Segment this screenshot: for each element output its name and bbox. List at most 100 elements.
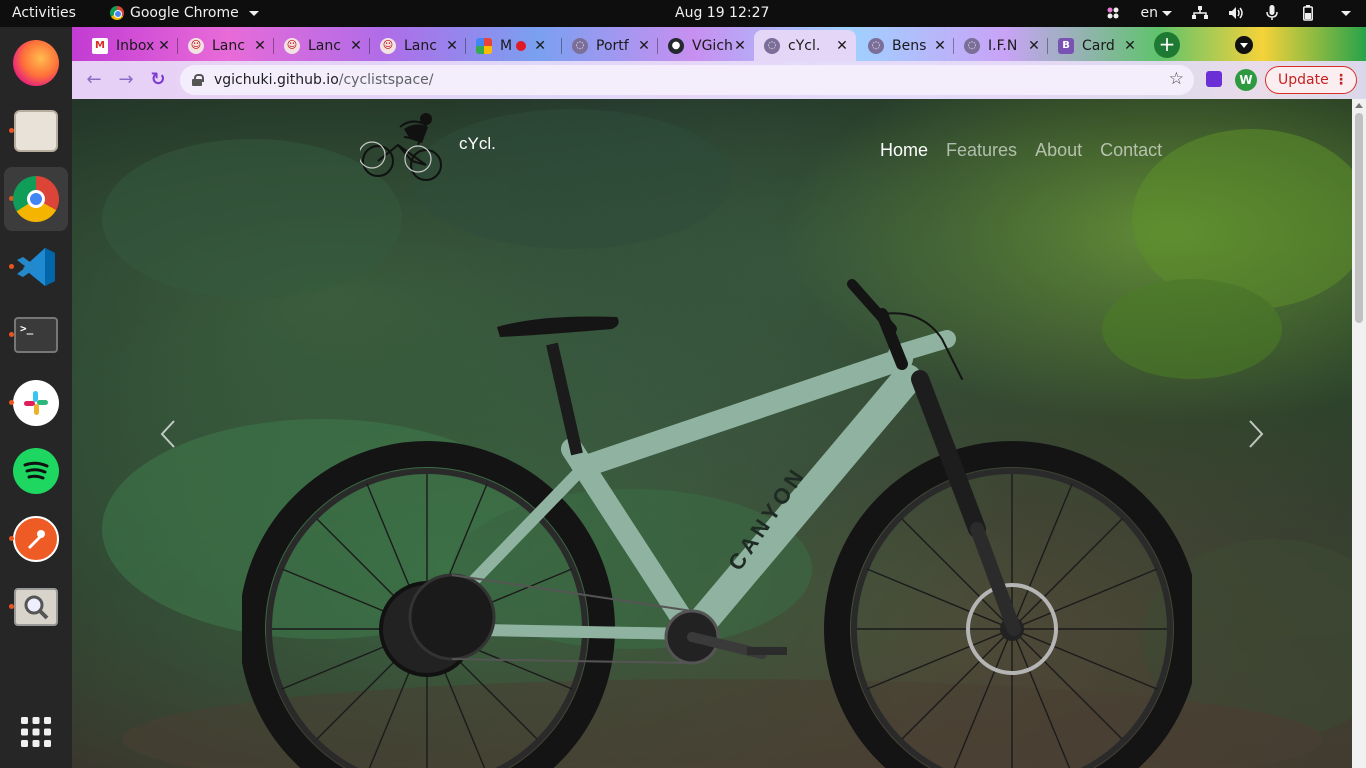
close-icon[interactable]: ✕ xyxy=(348,38,364,54)
hero-bike-image: CANYON xyxy=(242,279,1192,768)
tab-title: VGich xyxy=(692,37,732,54)
tab-title: Card xyxy=(1082,37,1115,54)
dock-files[interactable] xyxy=(4,99,68,163)
battery-icon[interactable] xyxy=(1300,5,1316,21)
close-icon[interactable]: ✕ xyxy=(1026,38,1042,54)
lock-icon xyxy=(192,74,204,86)
dock-vscode[interactable] xyxy=(4,235,68,299)
nav-features[interactable]: Features xyxy=(946,140,1017,161)
close-icon[interactable]: ✕ xyxy=(932,38,948,54)
close-icon[interactable]: ✕ xyxy=(636,38,652,54)
tab-title: cYcl. xyxy=(788,37,821,54)
tab-title: Inbox xyxy=(116,37,155,54)
tab-strip: M Inbox ✕ ☺ Lanc ✕ ☺ Lanc ✕ ☺ Lanc ✕ M ✕… xyxy=(72,27,1366,61)
close-icon[interactable]: ✕ xyxy=(252,38,268,54)
profile-avatar[interactable]: W xyxy=(1235,69,1257,91)
reload-button[interactable]: ↻ xyxy=(146,68,170,92)
clock[interactable]: Aug 19 12:27 xyxy=(675,5,769,21)
chevron-down-icon xyxy=(1341,10,1351,16)
tab-github[interactable]: ● VGich ✕ xyxy=(658,30,754,61)
tab-lance-2[interactable]: ☺ Lanc ✕ xyxy=(274,30,370,61)
network-icon[interactable] xyxy=(1192,5,1208,21)
back-button[interactable]: ← xyxy=(82,68,106,92)
dock-slack[interactable] xyxy=(4,371,68,435)
brand[interactable]: cYcl. xyxy=(360,109,496,187)
tab-card[interactable]: B Card ✕ xyxy=(1048,30,1144,61)
tab-bens[interactable]: ◌ Bens ✕ xyxy=(858,30,954,61)
site-menu: Home Features About Contact xyxy=(880,140,1162,161)
scrollbar-thumb[interactable] xyxy=(1355,113,1363,323)
globe-icon: ◌ xyxy=(572,37,588,54)
keyboard-layout-label: en xyxy=(1140,5,1159,21)
address-bar[interactable]: vgichuki.github.io/cyclistspace/ ☆ xyxy=(180,65,1194,95)
tab-title: M xyxy=(500,37,513,54)
forward-button[interactable]: → xyxy=(114,68,138,92)
browser-toolbar: ← → ↻ vgichuki.github.io/cyclistspace/ ☆… xyxy=(72,61,1366,99)
dock-chrome[interactable] xyxy=(4,167,68,231)
microphone-icon[interactable] xyxy=(1264,5,1280,21)
volume-icon[interactable] xyxy=(1228,5,1244,21)
chevron-down-icon xyxy=(248,10,259,16)
tab-title: Lanc xyxy=(404,37,437,54)
tab-title: Bens xyxy=(892,37,927,54)
nav-home[interactable]: Home xyxy=(880,140,928,161)
running-indicator xyxy=(9,536,14,541)
chrome-icon xyxy=(110,6,124,20)
slack-icon xyxy=(13,380,59,426)
dock-postman[interactable] xyxy=(4,507,68,571)
dock-image-viewer[interactable] xyxy=(4,575,68,639)
keyboard-layout[interactable]: en xyxy=(1140,5,1172,21)
tab-inbox[interactable]: M Inbox ✕ xyxy=(82,30,178,61)
chrome-icon-center xyxy=(27,190,45,208)
bike-fork xyxy=(911,370,1021,636)
dock-spotify[interactable] xyxy=(4,439,68,503)
tab-lance-1[interactable]: ☺ Lanc ✕ xyxy=(178,30,274,61)
tab-title: Lanc xyxy=(212,37,245,54)
show-applications-button[interactable] xyxy=(4,700,68,764)
page-scrollbar[interactable] xyxy=(1352,99,1366,768)
tab-portfolio[interactable]: ◌ Portf ✕ xyxy=(562,30,658,61)
url-path: /cyclistspace/ xyxy=(338,72,434,88)
dock-firefox[interactable] xyxy=(4,31,68,95)
postman-icon xyxy=(13,516,59,562)
lance-icon: ☺ xyxy=(380,37,396,54)
dock-terminal[interactable]: >_ xyxy=(4,303,68,367)
more-menu-icon[interactable]: ⋮ xyxy=(1334,67,1348,93)
terminal-icon: >_ xyxy=(14,317,58,353)
close-icon[interactable]: ✕ xyxy=(732,38,748,54)
close-icon[interactable]: ✕ xyxy=(834,38,850,54)
settings-tray-icon[interactable] xyxy=(1105,5,1121,21)
nav-about[interactable]: About xyxy=(1035,140,1082,161)
close-icon[interactable]: ✕ xyxy=(1122,38,1138,54)
dock: >_ xyxy=(0,27,72,768)
firefox-icon xyxy=(13,40,59,86)
new-tab-button[interactable]: + xyxy=(1154,32,1180,58)
tab-ifn[interactable]: ◌ I.F.N ✕ xyxy=(954,30,1048,61)
grid-icon xyxy=(21,717,51,747)
globe-icon: ◌ xyxy=(764,37,780,54)
globe-icon: ◌ xyxy=(868,37,884,54)
scroll-up-icon[interactable] xyxy=(1355,103,1363,108)
system-top-bar: Activities Google Chrome Aug 19 12:27 en xyxy=(0,0,1366,27)
cyclist-logo-icon xyxy=(360,113,442,181)
carousel-next-icon[interactable] xyxy=(1240,417,1270,451)
close-icon[interactable]: ✕ xyxy=(156,38,172,54)
app-menu[interactable]: Google Chrome xyxy=(110,5,259,21)
tab-search-button[interactable] xyxy=(1235,36,1253,54)
tab-m[interactable]: M ✕ xyxy=(466,30,562,61)
bookmark-star-icon[interactable]: ☆ xyxy=(1169,69,1184,89)
chevron-down-icon xyxy=(1162,10,1172,16)
activities-button[interactable]: Activities xyxy=(12,5,76,21)
carousel-prev-icon[interactable] xyxy=(154,417,184,451)
tab-lance-3[interactable]: ☺ Lanc ✕ xyxy=(370,30,466,61)
system-tray[interactable]: en xyxy=(1105,5,1353,21)
nav-contact[interactable]: Contact xyxy=(1100,140,1162,161)
tab-title: Portf xyxy=(596,37,629,54)
running-indicator xyxy=(9,604,14,609)
power-menu-icon[interactable] xyxy=(1336,5,1352,21)
close-icon[interactable]: ✕ xyxy=(444,38,460,54)
update-button[interactable]: Update ⋮ xyxy=(1265,66,1357,94)
tab-cycl[interactable]: ◌ cYcl. ✕ xyxy=(754,30,856,61)
extensions-puzzle-icon[interactable] xyxy=(1206,71,1222,87)
close-icon[interactable]: ✕ xyxy=(532,38,548,54)
